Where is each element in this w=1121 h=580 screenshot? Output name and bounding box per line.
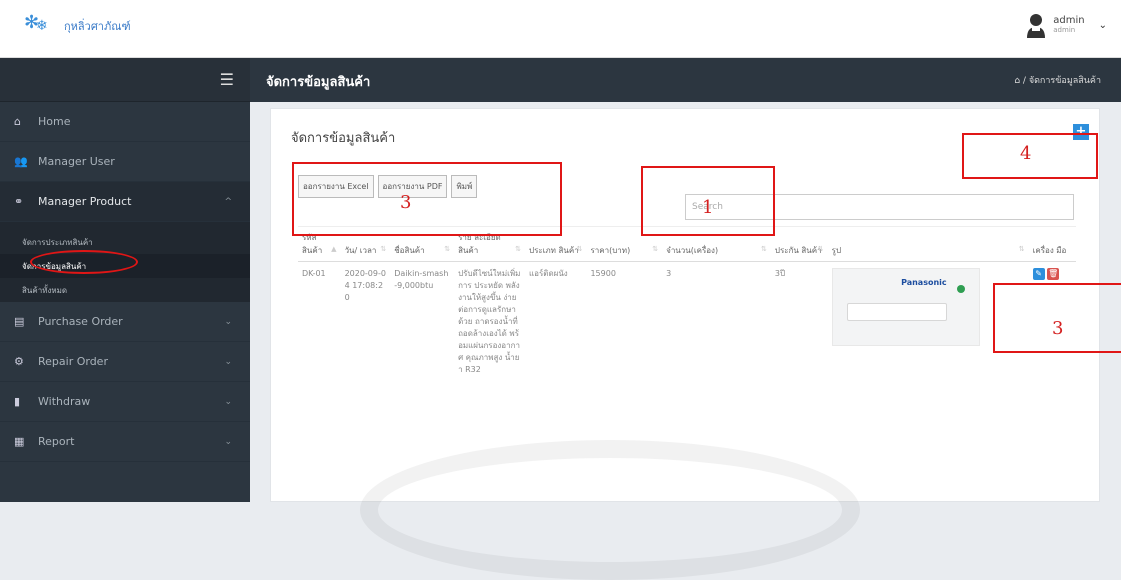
cell-qty: 3 — [666, 269, 672, 278]
col-image[interactable]: รูป ⇅ — [827, 226, 1029, 262]
user-menu[interactable]: admin admin ⌄ — [1025, 12, 1107, 38]
edit-button[interactable]: ✎ — [1032, 268, 1045, 280]
top-bar: ✻ ❄ กุหลิ่วศาภัณฑ์ admin admin ⌄ — [0, 0, 1121, 58]
sort-icon[interactable]: ⇅ — [444, 245, 450, 253]
chevron-down-icon: ⌄ — [224, 396, 232, 407]
leaf-icon — [956, 285, 965, 293]
table-row: DK-01 2020-09-04 17:08:20 Daikin-smash-9… — [298, 262, 1076, 383]
sidebar-item-purchase-order[interactable]: ▤ Purchase Order ⌄ — [0, 302, 250, 342]
chevron-down-icon: ⌄ — [224, 316, 232, 327]
breadcrumb-current: / จัดการข้อมูลสินค้า — [1022, 76, 1101, 86]
air-conditioner-image — [846, 303, 947, 321]
sidebar-item-report[interactable]: ▦ Report ⌄ — [0, 422, 250, 462]
hamburger-menu-icon[interactable]: ☰ — [220, 70, 234, 89]
sort-icon[interactable]: ⇅ — [1019, 245, 1025, 253]
content-header: จัดการข้อมูลสินค้า ⌂ / จัดการข้อมูลสินค้… — [250, 58, 1121, 102]
product-brand: Panasonic — [901, 278, 947, 287]
sidebar-item-label: Repair Order — [38, 355, 108, 368]
sort-icon[interactable]: ▲ — [331, 245, 336, 253]
sort-icon[interactable]: ⇅ — [515, 245, 521, 253]
sort-icon[interactable]: ⇅ — [761, 245, 767, 253]
cell-name: Daikin-smash-9,000btu — [394, 269, 449, 290]
home-icon: ⌂ — [14, 115, 21, 128]
cell-type: แอร์ติดผนัง — [529, 269, 568, 278]
breadcrumb: ⌂ / จัดการข้อมูลสินค้า — [1014, 73, 1101, 87]
annotation-ellipse — [30, 250, 138, 274]
gear-icon: ⚙ — [14, 355, 24, 368]
product-table: รหัส สินค้า ▲ วัน/ เวลา ⇅ ชื่อสินค้า ⇅ ราย … — [298, 226, 1076, 382]
logo[interactable]: ✻ ❄ กุหลิ่วศาภัณฑ์ — [22, 12, 131, 40]
delete-button[interactable]: 🗑 — [1047, 268, 1060, 280]
card-title: จัดการข้อมูลสินค้า — [291, 131, 396, 146]
page-title: จัดการข้อมูลสินค้า — [266, 75, 371, 90]
col-tools[interactable]: เครื่อง มือ — [1028, 226, 1076, 262]
sort-icon[interactable]: ⇅ — [652, 245, 658, 253]
sort-icon[interactable]: ⇅ — [818, 245, 824, 253]
product-icon: ⚭ — [14, 195, 24, 208]
sidebar-item-label: Withdraw — [38, 395, 91, 408]
user-role: admin — [1053, 26, 1076, 34]
product-image: Panasonic — [831, 268, 980, 346]
sidebar-item-repair-order[interactable]: ⚙ Repair Order ⌄ — [0, 342, 250, 382]
sidebar-item-label: Manager Product — [38, 195, 132, 208]
sidebar: ☰ ⌂ Home 👥 Manager User ⚭ Manager Product ^ … — [0, 58, 250, 502]
chevron-down-icon[interactable]: ⌄ — [1099, 20, 1107, 31]
sidebar-item-label: Home — [38, 115, 71, 128]
list-icon: ▤ — [14, 315, 25, 328]
sidebar-item-manager-product[interactable]: ⚭ Manager Product ^ — [0, 182, 250, 222]
grid-icon: ▦ — [14, 435, 25, 448]
sidebar-item-withdraw[interactable]: ▮ Withdraw ⌄ — [0, 382, 250, 422]
chevron-down-icon: ⌄ — [224, 436, 232, 447]
annotation-label-3b: 3 — [1052, 318, 1064, 339]
sidebar-item-home[interactable]: ⌂ Home — [0, 102, 250, 142]
sort-icon[interactable]: ⇅ — [577, 245, 583, 253]
watermark-seal — [360, 440, 860, 580]
sort-icon[interactable]: ⇅ — [380, 245, 386, 253]
sidebar-item-label: Report — [38, 435, 75, 448]
sidebar-header: ☰ — [0, 58, 250, 102]
cell-warranty: 3ปี — [774, 269, 786, 278]
logo-text: กุหลิ่วศาภัณฑ์ — [64, 20, 131, 33]
submenu-all-products[interactable]: สินค้าทั้งหมด — [0, 278, 250, 302]
annotation-label-3a: 3 — [400, 192, 412, 213]
col-warranty[interactable]: ประกัน สินค้า ⇅ — [770, 226, 828, 262]
sidebar-item-label: Purchase Order — [38, 315, 123, 328]
cell-datetime: 2020-09-04 17:08:20 — [344, 269, 386, 302]
submenu-product-type[interactable]: จัดการประเภทสินค้า — [0, 230, 250, 254]
annotation-box-export — [292, 162, 562, 236]
cell-price: 15900 — [590, 269, 616, 278]
file-icon: ▮ — [14, 395, 21, 408]
annotation-label-1: 1 — [702, 197, 714, 218]
avatar-icon — [1025, 12, 1047, 38]
chevron-down-icon: ⌄ — [224, 356, 232, 367]
annotation-label-4: 4 — [1020, 143, 1032, 164]
home-icon[interactable]: ⌂ — [1014, 76, 1020, 86]
snowflake-logo-icon: ✻ ❄ — [24, 12, 48, 34]
cell-detail: ปรับดีไซน์ใหม่เพิ่มการ ประหยัด พลังงานให… — [458, 269, 521, 374]
users-icon: 👥 — [14, 155, 28, 168]
sidebar-item-label: Manager User — [38, 155, 115, 168]
sidebar-item-manager-user[interactable]: 👥 Manager User — [0, 142, 250, 182]
chevron-up-icon: ^ — [224, 196, 232, 207]
cell-code: DK-01 — [302, 269, 326, 278]
user-name: admin — [1053, 15, 1085, 26]
